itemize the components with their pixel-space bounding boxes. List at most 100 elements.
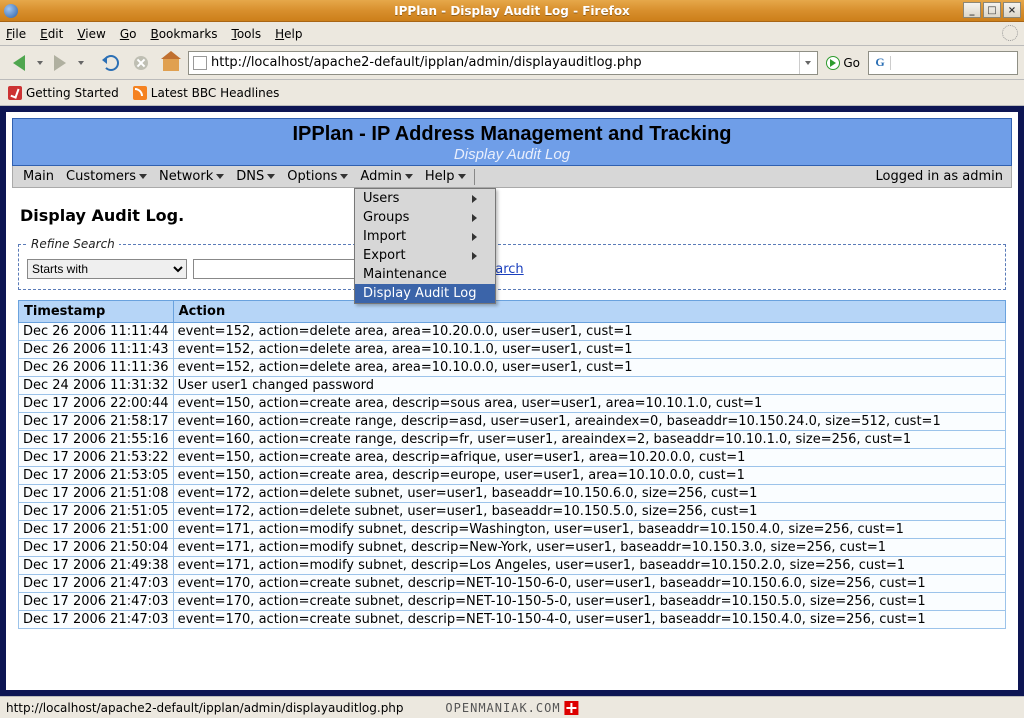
app-menu-dns[interactable]: DNS bbox=[230, 166, 281, 187]
watermark-text: OPENMANIAK.COM bbox=[445, 701, 560, 715]
cell-timestamp: Dec 24 2006 11:31:32 bbox=[19, 377, 174, 395]
home-button[interactable] bbox=[158, 50, 184, 76]
cell-timestamp: Dec 26 2006 11:11:43 bbox=[19, 341, 174, 359]
cell-timestamp: Dec 17 2006 21:58:17 bbox=[19, 413, 174, 431]
status-bar: http://localhost/apache2-default/ipplan/… bbox=[0, 696, 1024, 718]
table-row: Dec 17 2006 21:50:04event=171, action=mo… bbox=[19, 539, 1006, 557]
app-menu-customers[interactable]: Customers bbox=[60, 166, 153, 187]
table-row: Dec 17 2006 21:53:05event=150, action=cr… bbox=[19, 467, 1006, 485]
go-label: Go bbox=[843, 56, 860, 70]
window-titlebar: IPPlan - Display Audit Log - Firefox _ □… bbox=[0, 0, 1024, 22]
chevron-down-icon bbox=[340, 174, 348, 179]
menu-bookmarks[interactable]: Bookmarks bbox=[150, 27, 217, 41]
bookmark-getting-started[interactable]: Getting Started bbox=[8, 86, 119, 100]
cell-action: User user1 changed password bbox=[173, 377, 1005, 395]
chevron-down-icon bbox=[405, 174, 413, 179]
admin-menu-import[interactable]: Import bbox=[355, 227, 495, 246]
refine-search-fieldset: Refine Search Starts with Search bbox=[18, 237, 1006, 290]
app-menu-network[interactable]: Network bbox=[153, 166, 230, 187]
table-row: Dec 17 2006 21:51:05event=172, action=de… bbox=[19, 503, 1006, 521]
url-dropdown-button[interactable] bbox=[799, 52, 815, 74]
table-row: Dec 26 2006 11:11:43event=152, action=de… bbox=[19, 341, 1006, 359]
bookmark-label: Getting Started bbox=[26, 86, 119, 100]
reload-button[interactable] bbox=[98, 50, 124, 76]
url-input[interactable] bbox=[211, 55, 799, 70]
cell-timestamp: Dec 17 2006 21:47:03 bbox=[19, 593, 174, 611]
cell-timestamp: Dec 17 2006 21:55:16 bbox=[19, 431, 174, 449]
col-timestamp: Timestamp bbox=[19, 301, 174, 323]
refine-mode-select[interactable]: Starts with bbox=[27, 259, 187, 279]
cell-action: event=171, action=modify subnet, descrip… bbox=[173, 557, 1005, 575]
table-row: Dec 26 2006 11:11:44event=152, action=de… bbox=[19, 323, 1006, 341]
cell-timestamp: Dec 17 2006 21:53:05 bbox=[19, 467, 174, 485]
forward-history-dropdown[interactable] bbox=[78, 61, 84, 65]
stop-button[interactable] bbox=[128, 50, 154, 76]
admin-dropdown: Users Groups Import Export Maintenance D… bbox=[354, 188, 496, 304]
minimize-button[interactable]: _ bbox=[963, 2, 981, 18]
table-row: Dec 17 2006 22:00:44event=150, action=cr… bbox=[19, 395, 1006, 413]
app-title: IPPlan - IP Address Management and Track… bbox=[13, 123, 1011, 146]
admin-menu-export[interactable]: Export bbox=[355, 246, 495, 265]
app-menu-options[interactable]: Options bbox=[281, 166, 354, 187]
bookmarks-toolbar: Getting Started Latest BBC Headlines bbox=[0, 80, 1024, 106]
menu-file[interactable]: FFileile bbox=[6, 27, 26, 41]
cell-action: event=171, action=modify subnet, descrip… bbox=[173, 539, 1005, 557]
app-menu-help[interactable]: Help bbox=[419, 166, 472, 187]
cell-action: event=172, action=delete subnet, user=us… bbox=[173, 485, 1005, 503]
app-menu-admin[interactable]: Admin bbox=[354, 166, 418, 187]
status-text: http://localhost/apache2-default/ipplan/… bbox=[6, 701, 404, 715]
cell-timestamp: Dec 17 2006 21:51:00 bbox=[19, 521, 174, 539]
close-button[interactable]: × bbox=[1003, 2, 1021, 18]
url-bar[interactable] bbox=[188, 51, 818, 75]
admin-menu-groups[interactable]: Groups bbox=[355, 208, 495, 227]
search-box[interactable]: G bbox=[868, 51, 1018, 75]
cell-action: event=170, action=create subnet, descrip… bbox=[173, 575, 1005, 593]
table-row: Dec 24 2006 11:31:32User user1 changed p… bbox=[19, 377, 1006, 395]
menu-view[interactable]: View bbox=[77, 27, 105, 41]
cell-action: event=150, action=create area, descrip=e… bbox=[173, 467, 1005, 485]
throbber-icon bbox=[1002, 25, 1018, 41]
cell-timestamp: Dec 17 2006 21:49:38 bbox=[19, 557, 174, 575]
admin-menu-users[interactable]: Users bbox=[355, 189, 495, 208]
submenu-arrow-icon bbox=[472, 195, 477, 203]
col-action: Action bbox=[173, 301, 1005, 323]
cell-timestamp: Dec 17 2006 22:00:44 bbox=[19, 395, 174, 413]
navigation-toolbar: Go G bbox=[0, 46, 1024, 80]
window-title: IPPlan - Display Audit Log - Firefox bbox=[0, 4, 1024, 18]
bookmark-bbc-headlines[interactable]: Latest BBC Headlines bbox=[133, 86, 280, 100]
cell-timestamp: Dec 17 2006 21:51:05 bbox=[19, 503, 174, 521]
go-button[interactable]: Go bbox=[822, 51, 864, 75]
table-row: Dec 17 2006 21:55:16event=160, action=cr… bbox=[19, 431, 1006, 449]
forward-button[interactable] bbox=[47, 50, 73, 76]
table-row: Dec 17 2006 21:58:17event=160, action=cr… bbox=[19, 413, 1006, 431]
menu-tools[interactable]: Tools bbox=[232, 27, 262, 41]
cell-timestamp: Dec 26 2006 11:11:36 bbox=[19, 359, 174, 377]
table-row: Dec 17 2006 21:51:08event=172, action=de… bbox=[19, 485, 1006, 503]
table-row: Dec 26 2006 11:11:36event=152, action=de… bbox=[19, 359, 1006, 377]
cell-action: event=150, action=create area, descrip=a… bbox=[173, 449, 1005, 467]
google-icon: G bbox=[873, 56, 887, 70]
menu-help[interactable]: Help bbox=[275, 27, 302, 41]
admin-menu-display-audit-log[interactable]: Display Audit Log bbox=[355, 284, 495, 303]
submenu-arrow-icon bbox=[472, 252, 477, 260]
chevron-down-icon bbox=[267, 174, 275, 179]
cell-action: event=172, action=delete subnet, user=us… bbox=[173, 503, 1005, 521]
rss-icon bbox=[133, 86, 147, 100]
maximize-button[interactable]: □ bbox=[983, 2, 1001, 18]
table-row: Dec 17 2006 21:47:03event=170, action=cr… bbox=[19, 575, 1006, 593]
app-banner: IPPlan - IP Address Management and Track… bbox=[12, 118, 1012, 166]
back-history-dropdown[interactable] bbox=[37, 61, 43, 65]
table-row: Dec 17 2006 21:51:00event=171, action=mo… bbox=[19, 521, 1006, 539]
stop-icon bbox=[134, 56, 148, 70]
admin-menu-maintenance[interactable]: Maintenance bbox=[355, 265, 495, 284]
cell-action: event=160, action=create range, descrip=… bbox=[173, 413, 1005, 431]
menu-edit[interactable]: Edit bbox=[40, 27, 63, 41]
back-button[interactable] bbox=[6, 50, 32, 76]
cell-timestamp: Dec 17 2006 21:47:03 bbox=[19, 575, 174, 593]
refine-legend: Refine Search bbox=[27, 237, 119, 251]
menu-go[interactable]: Go bbox=[120, 27, 137, 41]
app-menu-main[interactable]: Main bbox=[17, 166, 60, 187]
page-heading: Display Audit Log. bbox=[20, 206, 1006, 225]
page-favicon-icon bbox=[193, 56, 207, 70]
arrow-left-icon bbox=[13, 55, 25, 71]
